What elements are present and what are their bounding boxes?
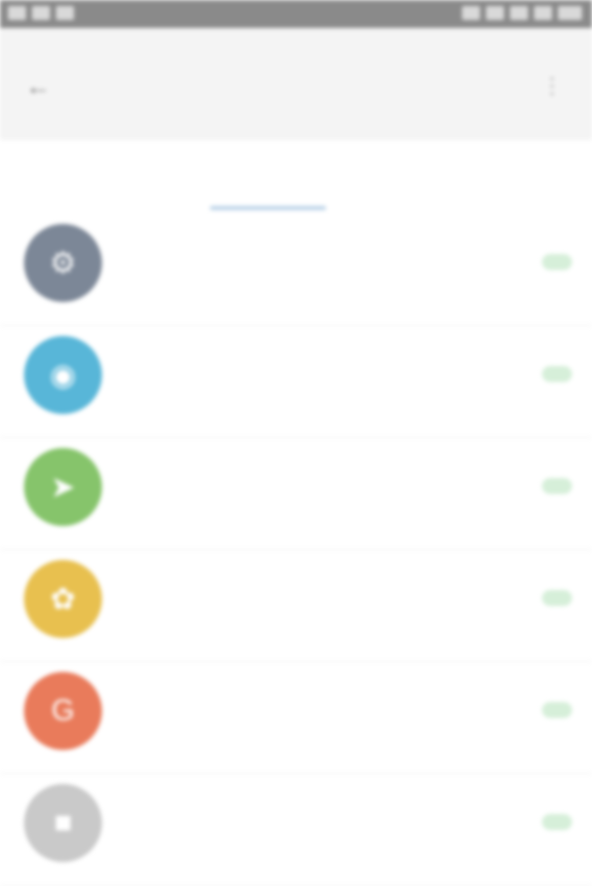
action-toggle[interactable]: [542, 366, 572, 382]
tab-2[interactable]: [118, 140, 236, 214]
status-left-icons: [8, 6, 74, 22]
battery-icon: [510, 6, 528, 20]
signal-icon: [486, 6, 504, 20]
alarm-icon: [534, 6, 552, 20]
clock-text: [558, 6, 582, 20]
google-app-icon: G: [24, 672, 102, 750]
status-right-icons: [462, 6, 582, 22]
tab-3[interactable]: [237, 140, 355, 214]
tab-bar: [0, 140, 592, 214]
app-icon: ■: [24, 784, 102, 862]
more-icon[interactable]: ⋮: [538, 72, 566, 100]
status-bar: [0, 0, 592, 28]
action-toggle[interactable]: [542, 590, 572, 606]
notification-icon: [56, 6, 74, 20]
tab-5[interactable]: [474, 140, 592, 214]
list-item[interactable]: ■: [0, 774, 592, 886]
maps-app-icon: ➤: [24, 448, 102, 526]
tab-4[interactable]: [355, 140, 473, 214]
action-toggle[interactable]: [542, 702, 572, 718]
list-item[interactable]: ➤: [0, 438, 592, 550]
action-toggle[interactable]: [542, 478, 572, 494]
list-item[interactable]: ✿: [0, 550, 592, 662]
notification-icon: [8, 6, 26, 20]
settings-app-icon: ⚙: [24, 224, 102, 302]
tab-1[interactable]: [0, 140, 118, 214]
app-list: ⚙ ◉ ➤ ✿ G ■: [0, 214, 592, 886]
app-bar: ← ⋮: [0, 28, 592, 140]
list-item[interactable]: ◉: [0, 326, 592, 438]
action-toggle[interactable]: [542, 254, 572, 270]
tab-indicator: [210, 206, 326, 210]
photos-app-icon: ✿: [24, 560, 102, 638]
list-item[interactable]: G: [0, 662, 592, 774]
chrome-app-icon: ◉: [24, 336, 102, 414]
action-toggle[interactable]: [542, 814, 572, 830]
arrow-left-icon[interactable]: ←: [24, 71, 52, 101]
list-item[interactable]: ⚙: [0, 214, 592, 326]
wifi-icon: [462, 6, 480, 20]
notification-icon: [32, 6, 50, 20]
